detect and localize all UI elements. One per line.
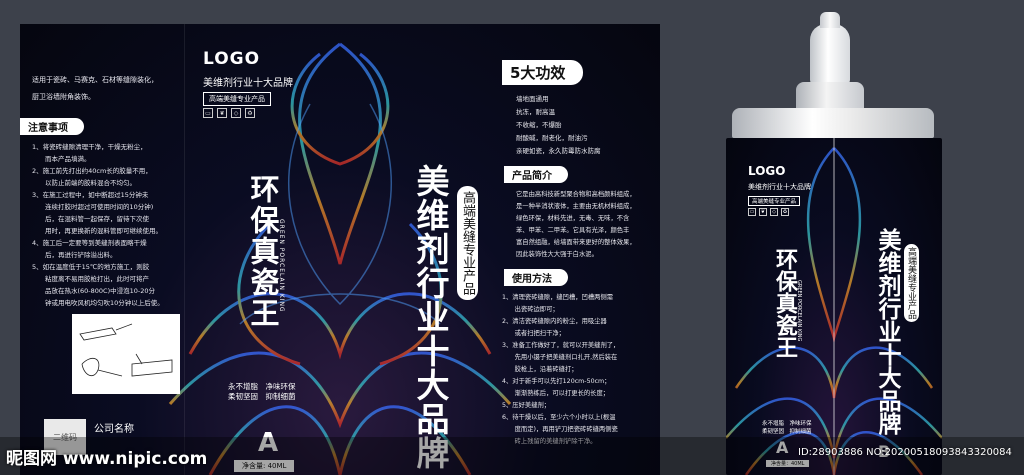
effect-item: 不收缩，不爆胎 (516, 121, 562, 129)
diamond-icon: ◇ (231, 108, 241, 118)
intro-line: 绿色环保，材料先进，无毒、无味，不含 (516, 215, 630, 222)
usage-list: 1、清理瓷砖缝隙，缝凹槽，凹槽两侧需 出瓷砖边即可； 2、清洁瓷砖缝隙内的粉尘，… (502, 292, 652, 448)
right-info-column: 5大功效 墙地面通用 抗冻，耐高温 不收缩，不爆胎 耐酸碱，耐老化，耐油污 亲硬… (502, 60, 652, 448)
product-english-name: GREEN PORCELAIN KING (278, 219, 285, 313)
usage-line: 先用小镊子把美缝剂口扎开,然后装在 (502, 354, 618, 361)
bottle-english-name: GREEN PORCELAIN KING (796, 280, 802, 342)
tag-line: 永不增脂 净味环保 (762, 421, 812, 427)
tag-line: 柔韧坚固 抑制细菌 (762, 429, 812, 435)
usage-diagram (72, 314, 180, 394)
notes-line: 4、施工后一定要等到美缝剂表面略干燥 (32, 239, 147, 247)
bottle-slogan: 美维剂行业十大品牌 (748, 183, 811, 191)
effect-item: 墙地面通用 (516, 95, 549, 103)
usage-line: 2、清洁瓷砖缝隙内的粉尘，用吸尘器 (502, 318, 607, 325)
usage-line: 出瓷砖边即可； (502, 306, 559, 313)
usage-title: 使用方法 (504, 269, 568, 286)
bottle-feature-tags: 永不增脂 净味环保 柔韧坚固 抑制细菌 (762, 420, 812, 436)
feature-tags: 永不增脂 净味环保 柔韧坚固 抑制细菌 (228, 382, 296, 402)
intro-line: 适用于瓷砖、马赛克、石材等缝隙装化， (32, 76, 158, 84)
notes-line: 品放在热水(60-800C)中浸泡10-20分 (32, 287, 156, 295)
intro-line: 因此装饰性大大强于白水泥。 (516, 251, 598, 258)
notes-line: 用时，再更换新的混料管即可继续使用。 (32, 227, 162, 235)
bottle-feature-icons: ▭ ❦ ◇ ♻ (748, 208, 789, 216)
notes-line: 1、将瓷砖缝隙清理干净，干燥无粉尘， (32, 143, 147, 151)
usage-line: 5、压好美缝剂； (502, 402, 551, 409)
notes-line: 粘度离不易用胶枪打出，此时可将产 (32, 275, 149, 283)
bottle-neck (796, 82, 864, 110)
notes-line: 钟或用电吹风机均匀吹10分钟以上后使。 (32, 299, 164, 307)
usage-line: 4、对于新手可以先打120cm-50cm； (502, 378, 611, 385)
notes-line: 3、在施工过程中，如中断超过15分钟未 (32, 191, 149, 199)
intro-line: 它是由高科技新型聚合物和高档颜料组成， (516, 191, 636, 198)
brand-slogan: 美维剂行业十大品牌 (203, 78, 293, 89)
notes-line: 连续打胶时超过可使用时间的10分钟) (32, 203, 154, 211)
intro-title: 产品简介 (504, 166, 568, 183)
product-badge: 高端美缝专业产品 (203, 92, 271, 106)
tag-line: 柔韧坚固 抑制细菌 (228, 392, 296, 401)
feature-icons: ▭ ❦ ◇ ♻ (203, 108, 255, 118)
canvas: 适用于瓷砖、马赛克、石材等缝隙装化， 厨卫浴墙附角装饰。 注意事项 1、将瓷砖缝… (0, 0, 1024, 475)
bottle-cap (732, 108, 934, 138)
notes-line: 5、如在温度低于15℃的地方施工，则胶 (32, 263, 150, 271)
fold-line (184, 24, 185, 475)
watermark-site: 昵图网 www.nipic.com (6, 449, 208, 469)
effects-list: 墙地面通用 抗冻，耐高温 不收缩，不爆胎 耐酸碱，耐老化，耐油污 亲硬如瓷，永久… (502, 93, 652, 158)
company-name: 公司名称 (94, 424, 134, 435)
recycle-icon: ♻ (245, 108, 255, 118)
bathtub-icon: ▭ (203, 108, 213, 118)
diamond-icon: ◇ (770, 208, 778, 216)
bottle-sub-pill: 高端美缝专业产品 (904, 244, 919, 322)
usage-line: 或者扫把扫干净； (502, 330, 565, 337)
notes-line: 后，在混料管一起保存，留待下次使 (32, 215, 149, 223)
notes-list: 1、将瓷砖缝隙清理干净，干燥无粉尘， 而本产品填满。 2、施工前先打出约40cm… (32, 141, 182, 309)
bathtub-icon: ▭ (748, 208, 756, 216)
usage-line: 度而定)，再用铲刀把瓷砖砖缝两侧瓷 (502, 426, 618, 433)
notes-line: 以防止前端的胶料混合不均匀。 (32, 179, 136, 187)
usage-line: 3、准备工作做好了，就可以开美缝剂了， (502, 342, 620, 349)
usage-line: 胶枪上，沿着砖缝打； (502, 366, 578, 373)
usage-line: 6、待干燥以后，至少六个小时以上(根温 (502, 414, 616, 421)
notes-line: 2、施工前先打出约40cm长的胶量不用， (32, 167, 152, 175)
leaf-icon: ❦ (217, 108, 227, 118)
intro-text: 它是由高科技新型聚合物和高档颜料组成， 是一种半消状液体，主要由无机材料组成， … (502, 189, 652, 261)
usage-scope-text: 适用于瓷砖、马赛克、石材等缝隙装化， 厨卫浴墙附角装饰。 (32, 74, 182, 104)
flat-label-artwork: 适用于瓷砖、马赛克、石材等缝隙装化， 厨卫浴墙附角装饰。 注意事项 1、将瓷砖缝… (20, 24, 660, 475)
leaf-icon: ❦ (759, 208, 767, 216)
usage-line: 渐渐熟练后，可以打更长的长度； (502, 390, 610, 397)
glue-gun-sketch (79, 323, 173, 377)
intro-line: 苯、甲苯、二甲苯。它具有光泽，颜色丰 (516, 227, 630, 234)
bottle-brand-text: 美维剂行业十大品牌 (874, 228, 900, 435)
notes-line: 后，再进行铲除溢出料。 (32, 251, 117, 259)
effect-item: 亲硬如瓷，永久防霉防水防腐 (516, 147, 601, 155)
brand-logo: LOGO (203, 49, 261, 69)
recycle-icon: ♻ (781, 208, 789, 216)
bottle-badge: 高端美缝专业产品 (748, 196, 801, 206)
bottle-body: LOGO 美维剂行业十大品牌 高端美缝专业产品 ▭ ❦ ◇ ♻ 环保真瓷王 GR… (726, 138, 942, 475)
tag-line: 永不增脂 净味环保 (228, 382, 296, 391)
left-info-column: 适用于瓷砖、马赛克、石材等缝隙装化， 厨卫浴墙附角装饰。 注意事项 1、将瓷砖缝… (20, 74, 182, 309)
bottle-mockup: LOGO 美维剂行业十大品牌 高端美缝专业产品 ▭ ❦ ◇ ♻ 环保真瓷王 GR… (726, 12, 942, 475)
intro-line: 富自然组融，给墙面带来更好的整体效果， (516, 239, 636, 246)
notes-line: 而本产品填满。 (32, 155, 91, 163)
bottle-nozzle (810, 12, 850, 84)
watermark-id: ID:28903886 NO:20200518093843320084 (798, 447, 1012, 458)
usage-line: 1、清理瓷砖缝隙，缝凹槽，凹槽两侧需 (502, 294, 614, 301)
effects-title: 5大功效 (502, 60, 584, 85)
sub-pill-vertical: 高端美缝专业产品 (457, 186, 478, 300)
intro-line: 是一种半消状液体，主要由无机材料组成， (516, 203, 636, 210)
brand-text-vertical: 美维剂行业十大品牌 (411, 164, 450, 470)
intro-line: 厨卫浴墙附角装饰。 (32, 93, 95, 101)
effect-item: 耐酸碱，耐老化，耐油污 (516, 134, 588, 142)
notes-title: 注意事项 (20, 118, 84, 135)
effect-item: 抗冻，耐高温 (516, 108, 555, 116)
bottle-divider (833, 138, 835, 475)
bottle-logo: LOGO (748, 164, 786, 178)
